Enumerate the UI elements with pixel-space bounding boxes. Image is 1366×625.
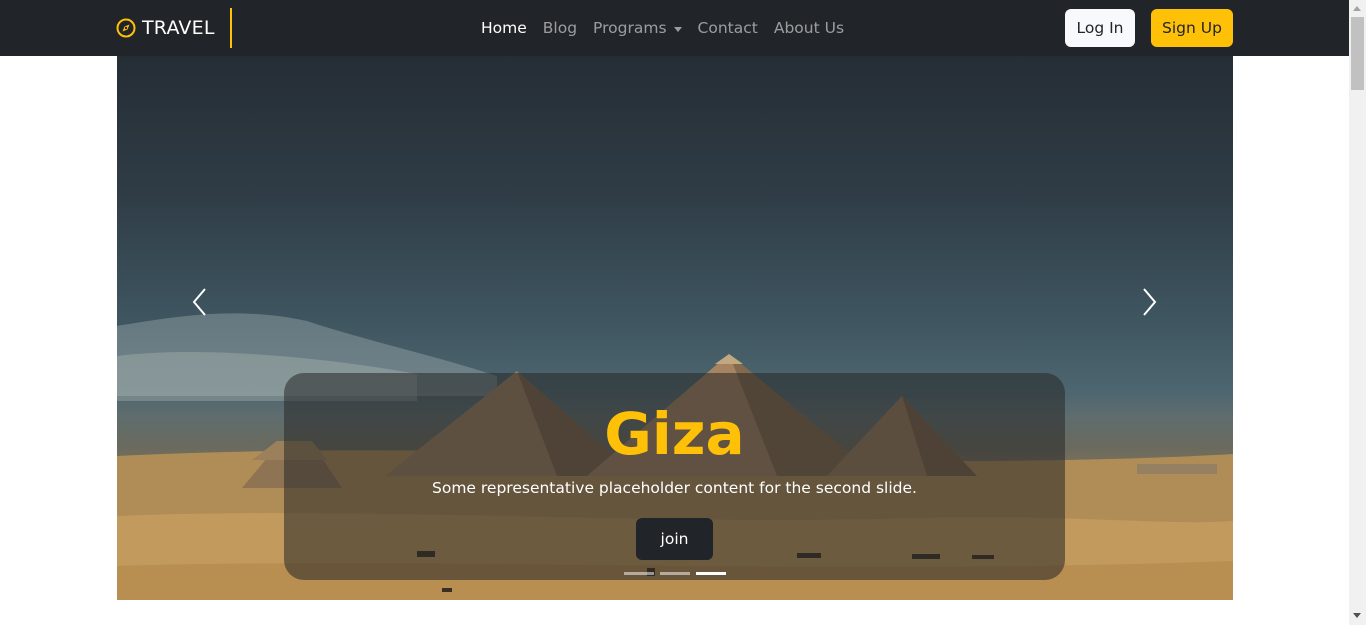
nav-link-about-us[interactable]: About Us (774, 19, 844, 37)
compass-icon (116, 18, 136, 38)
brand-logo[interactable]: TRAVEL (116, 8, 232, 48)
main-nav: Home Blog Programs Contact About Us (481, 0, 860, 56)
carousel-indicator-2[interactable] (660, 571, 690, 575)
chevron-right-icon (1143, 288, 1157, 316)
nav-link-home[interactable]: Home (481, 19, 527, 37)
carousel-next-button[interactable] (1129, 282, 1169, 322)
hero-carousel: Giza Some representative placeholder con… (117, 56, 1233, 600)
page-scrollbar[interactable] (1349, 0, 1366, 625)
carousel-caption: Giza Some representative placeholder con… (284, 373, 1065, 580)
brand-name: TRAVEL (142, 17, 215, 39)
carousel-indicator-3[interactable] (696, 571, 726, 575)
chevron-left-icon (192, 288, 206, 316)
nav-dropdown-programs-label: Programs (593, 19, 667, 37)
signup-button[interactable]: Sign Up (1151, 9, 1233, 47)
scroll-down-arrow-icon[interactable] (1353, 613, 1361, 618)
nav-dropdown-programs[interactable]: Programs (593, 19, 682, 37)
carousel-indicator-1[interactable] (624, 571, 654, 575)
carousel-prev-button[interactable] (180, 282, 220, 322)
login-button[interactable]: Log In (1065, 9, 1135, 47)
slide-description: Some representative placeholder content … (432, 479, 917, 497)
scrollbar-thumb[interactable] (1351, 17, 1364, 90)
top-navbar: TRAVEL Home Blog Programs Contact About … (0, 0, 1349, 56)
caret-down-icon (673, 26, 682, 32)
slide-title: Giza (604, 400, 745, 468)
scroll-up-arrow-icon[interactable] (1353, 6, 1361, 11)
nav-link-blog[interactable]: Blog (543, 19, 577, 37)
join-button[interactable]: join (636, 518, 713, 560)
carousel-indicators (624, 570, 732, 576)
nav-link-contact[interactable]: Contact (698, 19, 758, 37)
